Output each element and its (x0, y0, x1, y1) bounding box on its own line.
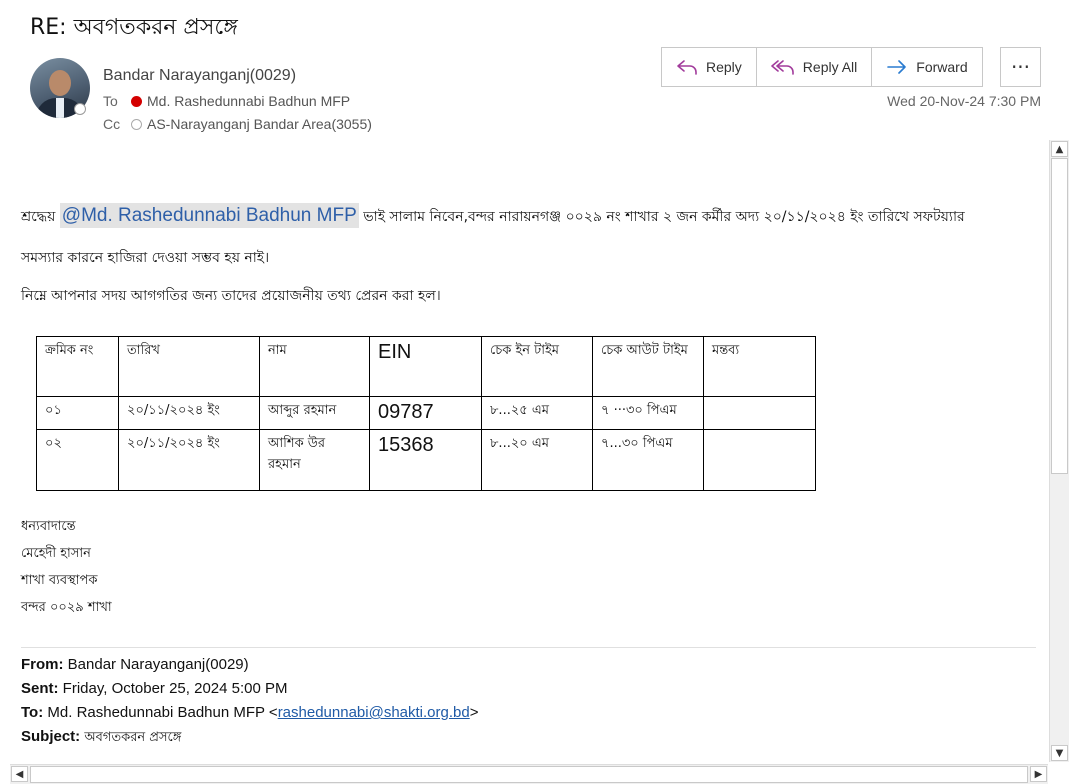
reply-icon (677, 60, 697, 75)
table-cell: 15368 (369, 429, 482, 491)
to-label: To (103, 93, 118, 109)
to-line: To Md. Rashedunnabi Badhun MFP (103, 93, 350, 109)
signature-line: ধন্যবাদান্তে (21, 519, 76, 534)
quoted-sent-value: Friday, October 25, 2024 5:00 PM (62, 680, 288, 697)
horizontal-scrollbar[interactable]: ◀ ▶ (10, 764, 1048, 784)
signature-line: মেহেদী হাসান (21, 546, 91, 561)
to-recipient[interactable]: Md. Rashedunnabi Badhun MFP (147, 93, 350, 109)
table-cell (703, 429, 816, 491)
forward-button[interactable]: Forward (872, 48, 981, 86)
vertical-scrollbar[interactable]: ▲ ▼ (1049, 140, 1069, 762)
body-line-3: নিম্নে আপনার সদয় আগগতির জন্য তাদের প্রয… (21, 288, 441, 304)
quoted-to-email-link[interactable]: rashedunnabi@shakti.org.bd (278, 704, 470, 721)
presence-status-icon (74, 103, 86, 115)
cc-recipient[interactable]: AS-Narayanganj Bandar Area(3055) (147, 116, 372, 132)
table-header-cell: চেক আউট টাইম (592, 336, 704, 397)
quoted-sent-label: Sent: (21, 680, 59, 697)
attendance-table: ক্রমিক নং তারিখ নাম EIN চেক ইন টাইম চেক … (36, 336, 816, 491)
table-cell: ৮...২৫ এম (481, 396, 593, 430)
quoted-subject: Subject: অবগতকরন প্রসঙ্গে (21, 728, 181, 749)
scroll-up-arrow-icon[interactable]: ▲ (1051, 141, 1068, 157)
table-row: ০১ ২০/১১/২০২৪ ইং আব্দুর রহমান 09787 ৮...… (36, 396, 816, 430)
table-cell: 09787 (369, 396, 482, 430)
more-icon: ··· (1010, 55, 1031, 79)
email-subject: RE: অবগতকরন প্রসঙ্গে (30, 15, 238, 40)
body-line-1-text: ভাই সালাম নিবেন,বন্দর নারায়নগঞ্জ ০০২৯ ন… (363, 209, 965, 225)
signature-line: বন্দর ০০২৯ শাখা (21, 600, 112, 615)
table-cell: ৭...৩০ পিএম (592, 429, 704, 491)
sent-date: Wed 20-Nov-24 7:30 PM (887, 93, 1041, 109)
table-header-row: ক্রমিক নং তারিখ নাম EIN চেক ইন টাইম চেক … (36, 336, 816, 397)
reply-all-label: Reply All (802, 59, 858, 75)
cc-line: Cc AS-Narayanganj Bandar Area(3055) (103, 116, 372, 132)
horizontal-scroll-thumb[interactable] (30, 766, 1028, 783)
table-cell: ৭ ···৩০ পিএম (592, 396, 704, 430)
table-header-cell: চেক ইন টাইম (481, 336, 593, 397)
table-header-cell: নাম (259, 336, 370, 397)
quote-divider (21, 647, 1036, 648)
forward-label: Forward (916, 59, 968, 75)
quoted-to: To: Md. Rashedunnabi Badhun MFP <rashedu… (21, 704, 478, 721)
mention-tag[interactable]: @Md. Rashedunnabi Badhun MFP (59, 203, 359, 228)
sender-name[interactable]: Bandar Narayanganj(0029) (103, 67, 296, 85)
reply-button[interactable]: Reply (662, 48, 757, 86)
cc-label: Cc (103, 116, 121, 132)
table-header-cell: তারিখ (118, 336, 260, 397)
quoted-to-close: > (469, 704, 479, 721)
table-cell: আশিক উর রহমান (259, 429, 370, 491)
signature-line: শাখা ব্যবস্থাপক (21, 573, 98, 588)
table-cell: ২০/১১/২০২৪ ইং (118, 429, 260, 491)
table-header-cell: ক্রমিক নং (36, 336, 119, 397)
forward-icon (887, 60, 907, 74)
body-line-2: সমস্যার কারনে হাজিরা দেওয়া সম্ভব হয় না… (21, 250, 270, 266)
scroll-right-arrow-icon[interactable]: ▶ (1030, 766, 1047, 782)
table-cell: আব্দুর রহমান (259, 396, 370, 430)
table-cell: ৮...২০ এম (481, 429, 593, 491)
body-line-1: শ্রদ্ধেয় @Md. Rashedunnabi Badhun MFP ভ… (21, 203, 965, 229)
table-header-cell: মন্তব্য (703, 336, 816, 397)
busy-presence-icon (131, 96, 142, 107)
scroll-left-arrow-icon[interactable]: ◀ (11, 766, 28, 782)
table-cell: ০২ (36, 429, 119, 491)
quoted-subject-label: Subject: (21, 728, 81, 745)
quoted-from-value: Bandar Narayanganj(0029) (67, 656, 249, 673)
quoted-from-label: From: (21, 656, 64, 673)
quoted-to-name: Md. Rashedunnabi Badhun MFP < (47, 704, 278, 721)
table-header-cell: EIN (369, 336, 482, 397)
message-actions: Reply Reply All Forward (661, 47, 983, 87)
offline-presence-icon (131, 119, 142, 130)
table-cell: ০১ (36, 396, 119, 430)
quoted-subject-value: অবগতকরন প্রসঙ্গে (84, 730, 182, 745)
reply-all-button[interactable]: Reply All (757, 48, 873, 86)
quoted-sent: Sent: Friday, October 25, 2024 5:00 PM (21, 680, 288, 697)
quoted-from: From: Bandar Narayanganj(0029) (21, 656, 249, 673)
vertical-scroll-thumb[interactable] (1051, 158, 1068, 474)
reply-all-icon (770, 60, 794, 75)
scroll-down-arrow-icon[interactable]: ▼ (1051, 745, 1068, 761)
table-cell: ২০/১১/২০২৪ ইং (118, 396, 260, 430)
greeting: শ্রদ্ধেয় (21, 209, 56, 225)
table-row: ০২ ২০/১১/২০২৪ ইং আশিক উর রহমান 15368 ৮..… (36, 429, 816, 491)
more-actions-button[interactable]: ··· (1000, 47, 1041, 87)
table-cell (703, 396, 816, 430)
quoted-to-label: To: (21, 704, 44, 721)
reply-label: Reply (706, 59, 742, 75)
